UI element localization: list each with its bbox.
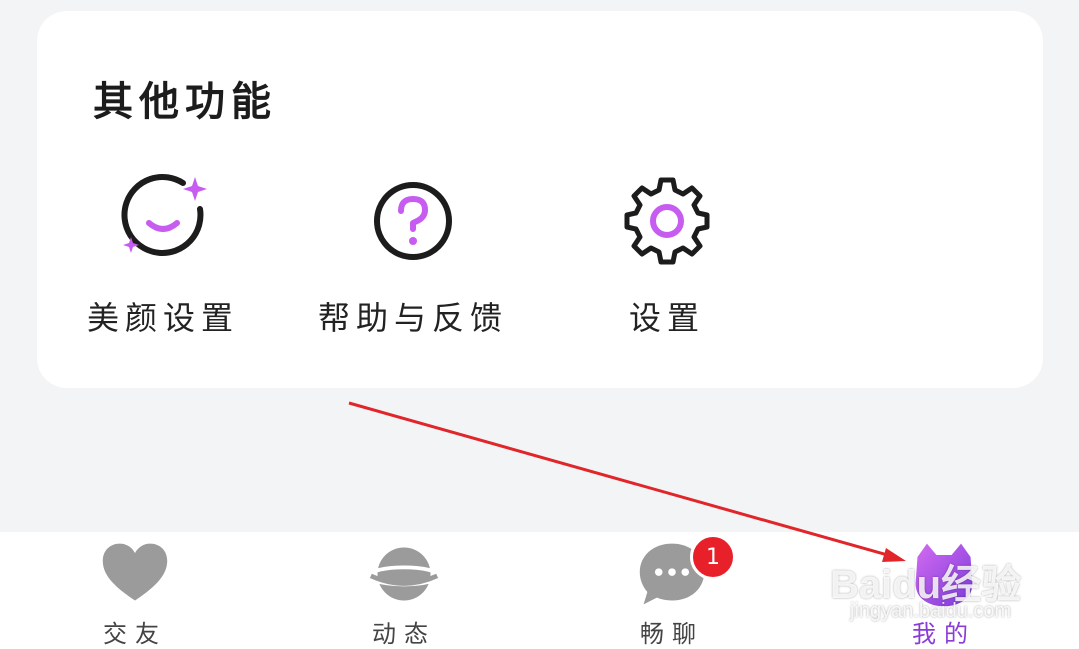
nav-tab-me[interactable]: 我的 [844,532,1044,649]
settings-label: 设置 [628,299,705,337]
gear-icon [624,177,710,265]
help-icon [374,182,452,260]
nav-tab-chat[interactable]: 1 畅聊 [572,532,772,649]
nav-tab-chat-label: 畅聊 [640,620,704,648]
beauty-settings-button[interactable]: 美颜设置 [53,171,273,361]
beauty-icon [121,174,207,256]
nav-tab-me-label: 我的 [912,620,976,648]
planet-icon [367,547,441,601]
help-feedback-label: 帮助与反馈 [317,299,508,337]
settings-button[interactable]: 设置 [557,171,777,361]
nav-tab-moments-label: 动态 [372,620,436,648]
bottom-nav-bar: 交友 动态 1 畅聊 我的 [0,532,1079,649]
beauty-settings-label: 美颜设置 [86,299,239,337]
section-title: 其他功能 [93,78,277,125]
nav-tab-friends[interactable]: 交友 [35,532,235,649]
help-feedback-button[interactable]: 帮助与反馈 [303,171,523,361]
nav-tab-friends-label: 交友 [103,620,167,648]
other-functions-card: 其他功能 美颜设置 帮助与反馈 设置 [37,11,1043,388]
unread-badge: 1 [690,534,736,580]
heart-icon [102,543,168,601]
nav-tab-moments[interactable]: 动态 [304,532,504,649]
paw-profile-icon [915,543,973,607]
